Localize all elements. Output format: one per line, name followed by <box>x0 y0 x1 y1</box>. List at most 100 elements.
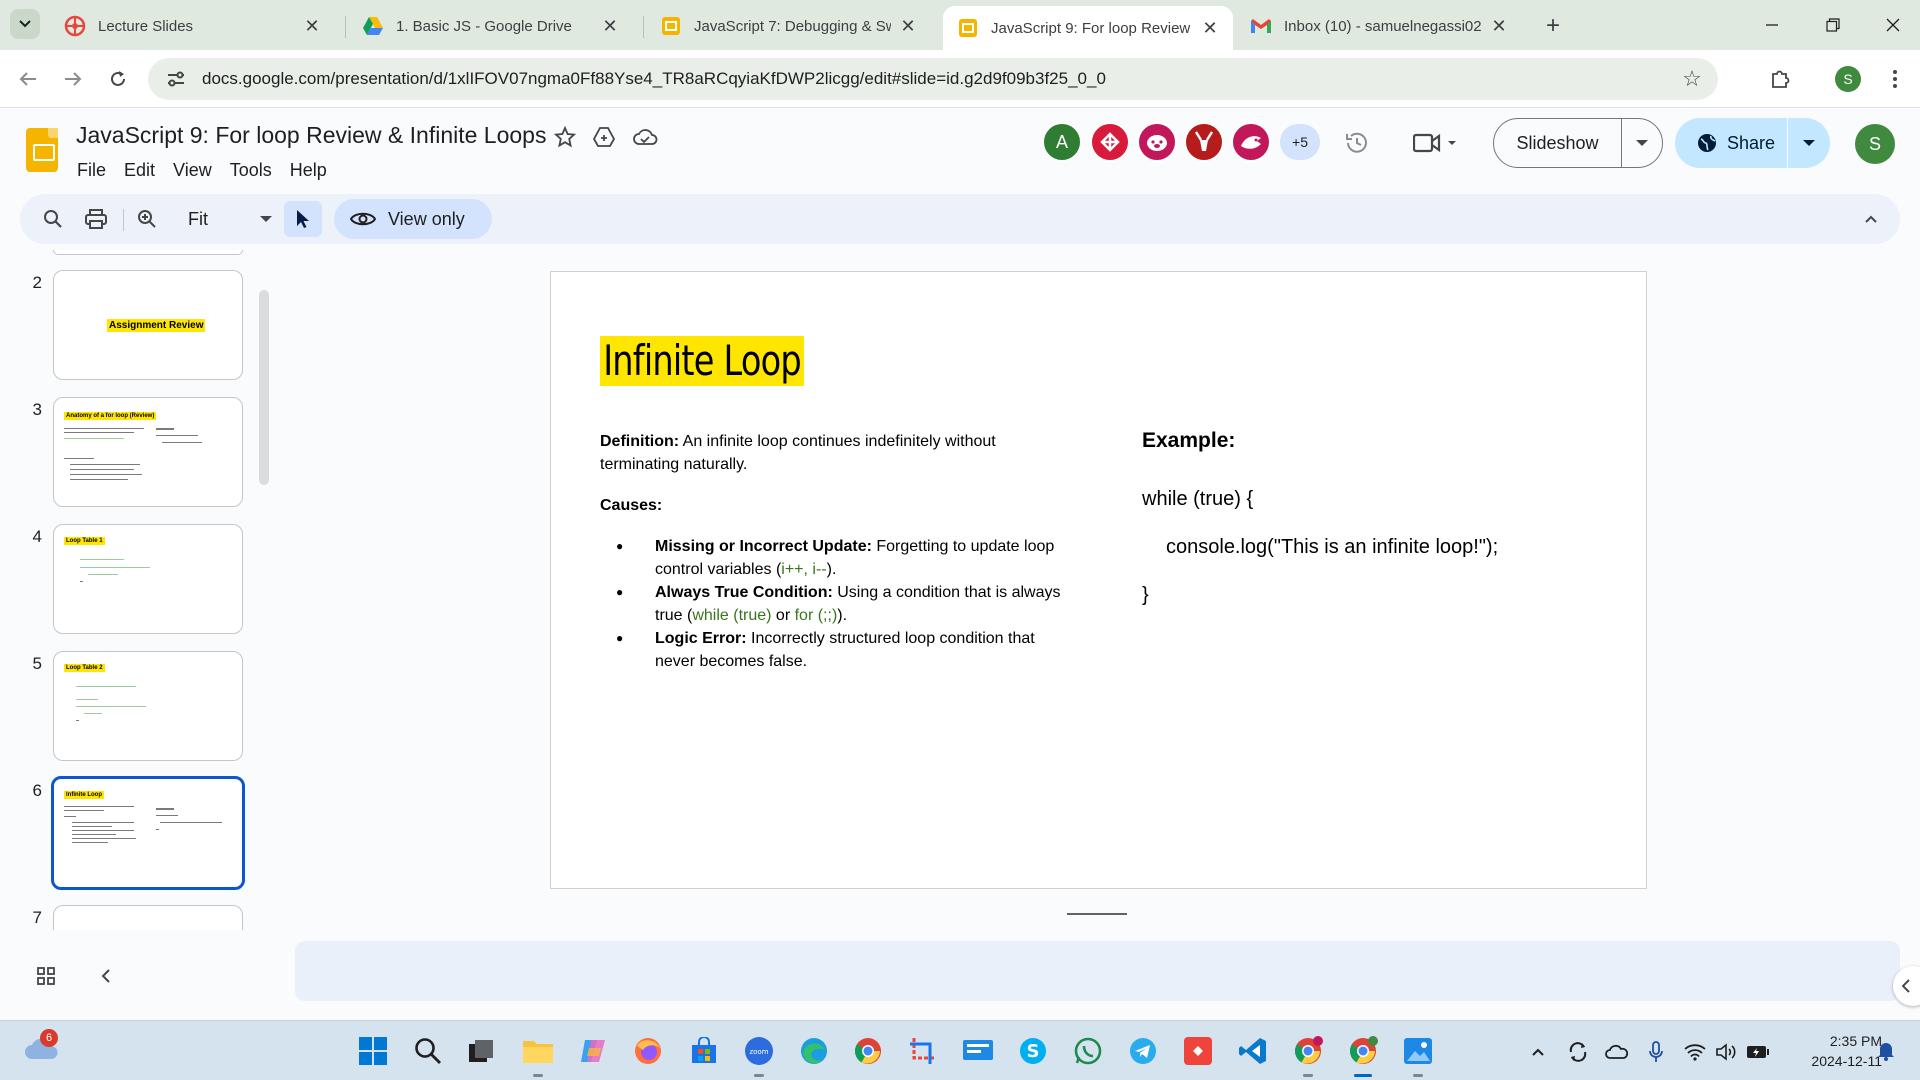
share-button[interactable]: Share <box>1675 118 1830 168</box>
hide-menus-button[interactable] <box>1856 204 1886 234</box>
address-bar[interactable]: docs.google.com/presentation/d/1xlIFOV07… <box>148 58 1718 100</box>
slide-thumbnail-active[interactable]: Infinite Loop <box>51 776 245 890</box>
reload-button[interactable] <box>103 64 133 94</box>
slideshow-label[interactable]: Slideshow <box>1494 119 1622 167</box>
cloud-saved-icon[interactable] <box>632 124 658 150</box>
tab-search-button[interactable] <box>10 9 40 39</box>
speaker-notes-panel[interactable] <box>295 941 1900 1001</box>
copilot-app[interactable] <box>577 1034 611 1068</box>
battery-tray-icon[interactable] <box>1745 1039 1771 1065</box>
remote-desktop-app[interactable] <box>961 1034 995 1068</box>
select-tool-button[interactable] <box>284 201 322 237</box>
close-icon[interactable]: ✕ <box>1199 17 1221 39</box>
wifi-tray-icon[interactable] <box>1682 1039 1708 1065</box>
photos-app[interactable] <box>1401 1034 1435 1077</box>
collaborator-avatar[interactable] <box>1137 122 1177 162</box>
microsoft-store-app[interactable] <box>687 1034 721 1068</box>
restore-button[interactable] <box>1808 8 1858 42</box>
menu-edit[interactable]: Edit <box>115 156 164 185</box>
firefox-app[interactable] <box>631 1034 665 1068</box>
chrome-active-app[interactable] <box>1346 1034 1380 1077</box>
site-info-icon[interactable] <box>164 67 188 91</box>
share-main[interactable]: Share <box>1675 118 1788 168</box>
search-menus-button[interactable] <box>38 204 68 234</box>
more-collaborators-badge[interactable]: +5 <box>1280 124 1320 160</box>
zoom-app[interactable]: zoom <box>742 1034 776 1077</box>
slideshow-button[interactable]: Slideshow <box>1493 118 1663 168</box>
menu-help[interactable]: Help <box>281 156 336 185</box>
new-tab-button[interactable]: + <box>1538 11 1568 41</box>
chrome-profile-app[interactable] <box>1291 1034 1325 1077</box>
menu-tools[interactable]: Tools <box>221 156 281 185</box>
edge-app[interactable] <box>797 1034 831 1068</box>
snipping-tool-app[interactable] <box>906 1034 940 1068</box>
task-view-button[interactable] <box>464 1034 498 1068</box>
slide-thumbnail[interactable]: Anatomy of a for loop (Review) <box>53 397 243 507</box>
collaborator-avatar[interactable] <box>1231 122 1271 162</box>
zoom-select[interactable]: Fit <box>170 204 280 234</box>
notifications-bell-icon[interactable] <box>1874 1039 1898 1063</box>
browser-tab-2[interactable]: 1. Basic JS - Google Drive ✕ <box>348 6 633 46</box>
move-to-folder-icon[interactable] <box>591 124 617 150</box>
menu-view[interactable]: View <box>164 156 221 185</box>
notes-resize-handle[interactable] <box>1067 913 1127 915</box>
browser-tab-5[interactable]: Inbox (10) - samuelnegassi02@ ✕ <box>1236 6 1522 46</box>
cause-code: while (true) <box>692 607 772 624</box>
system-clock[interactable]: 2:35 PM 2024-12-11 <box>1782 1031 1882 1071</box>
menu-file[interactable]: File <box>68 156 115 185</box>
slide-thumbnail[interactable] <box>53 905 243 930</box>
chrome-app[interactable] <box>851 1034 885 1068</box>
zoom-button[interactable] <box>132 204 162 234</box>
browser-tab-4[interactable]: JavaScript 9: For loop Review & ✕ <box>943 6 1233 50</box>
minimize-button[interactable] <box>1747 8 1797 42</box>
whatsapp-app[interactable] <box>1071 1034 1105 1068</box>
taskbar-search-button[interactable] <box>411 1034 445 1068</box>
browser-menu-button[interactable] <box>1880 64 1910 94</box>
document-title[interactable]: JavaScript 9: For loop Review & Infinite… <box>76 122 546 149</box>
close-icon[interactable]: ✕ <box>599 15 621 37</box>
vscode-app[interactable] <box>1236 1034 1270 1068</box>
side-panel-toggle[interactable] <box>1893 966 1920 1006</box>
close-icon[interactable]: ✕ <box>301 15 323 37</box>
onedrive-tray-icon[interactable] <box>1604 1039 1630 1065</box>
slide-thumbnail[interactable]: Loop Table 1 <box>53 524 243 634</box>
anydesk-app[interactable] <box>1181 1034 1215 1068</box>
filmstrip-scrollbar[interactable] <box>259 290 269 485</box>
extensions-button[interactable] <box>1765 64 1795 94</box>
account-avatar[interactable]: S <box>1855 124 1895 164</box>
slide-thumbnail-partial[interactable] <box>53 250 243 255</box>
window-close-button[interactable] <box>1868 8 1918 42</box>
share-options-button[interactable] <box>1788 139 1830 147</box>
browser-profile-avatar[interactable]: S <box>1835 66 1861 92</box>
slide-thumbnail[interactable]: Loop Table 2 <box>53 651 243 761</box>
slide-thumbnail[interactable]: Assignment Review <box>53 270 243 380</box>
file-explorer-app[interactable] <box>521 1034 555 1077</box>
slide-canvas[interactable]: Infinite Loop Definition: An infinite lo… <box>550 271 1647 889</box>
close-icon[interactable]: ✕ <box>1488 15 1510 37</box>
version-history-icon[interactable] <box>1342 128 1372 158</box>
sync-tray-icon[interactable] <box>1565 1039 1591 1065</box>
collaborator-avatar[interactable]: A <box>1042 122 1082 162</box>
collaborator-avatar[interactable] <box>1184 122 1224 162</box>
start-button[interactable] <box>356 1034 390 1068</box>
print-button[interactable] <box>81 204 111 234</box>
skype-app[interactable]: S <box>1016 1034 1050 1068</box>
meet-call-button[interactable] <box>1412 128 1460 158</box>
collaborator-avatar[interactable] <box>1090 122 1130 162</box>
telegram-app[interactable] <box>1126 1034 1160 1068</box>
forward-button[interactable] <box>58 64 88 94</box>
browser-tab-3[interactable]: JavaScript 7: Debugging & Swit ✕ <box>646 6 931 46</box>
collapse-filmstrip-button[interactable] <box>92 962 120 990</box>
back-button[interactable] <box>13 64 43 94</box>
slides-logo-icon[interactable] <box>26 128 58 172</box>
microphone-tray-icon[interactable] <box>1643 1039 1669 1065</box>
bookmark-star-icon[interactable]: ☆ <box>1680 66 1704 91</box>
volume-tray-icon[interactable] <box>1714 1039 1740 1065</box>
browser-tab-1[interactable]: Lecture Slides ✕ <box>50 6 335 46</box>
show-hidden-icons-button[interactable] <box>1525 1039 1551 1065</box>
view-only-mode-button[interactable]: View only <box>334 199 492 239</box>
close-icon[interactable]: ✕ <box>897 15 919 37</box>
star-icon[interactable] <box>552 124 578 150</box>
slideshow-options-button[interactable] <box>1622 139 1662 147</box>
grid-view-button[interactable] <box>32 962 60 990</box>
